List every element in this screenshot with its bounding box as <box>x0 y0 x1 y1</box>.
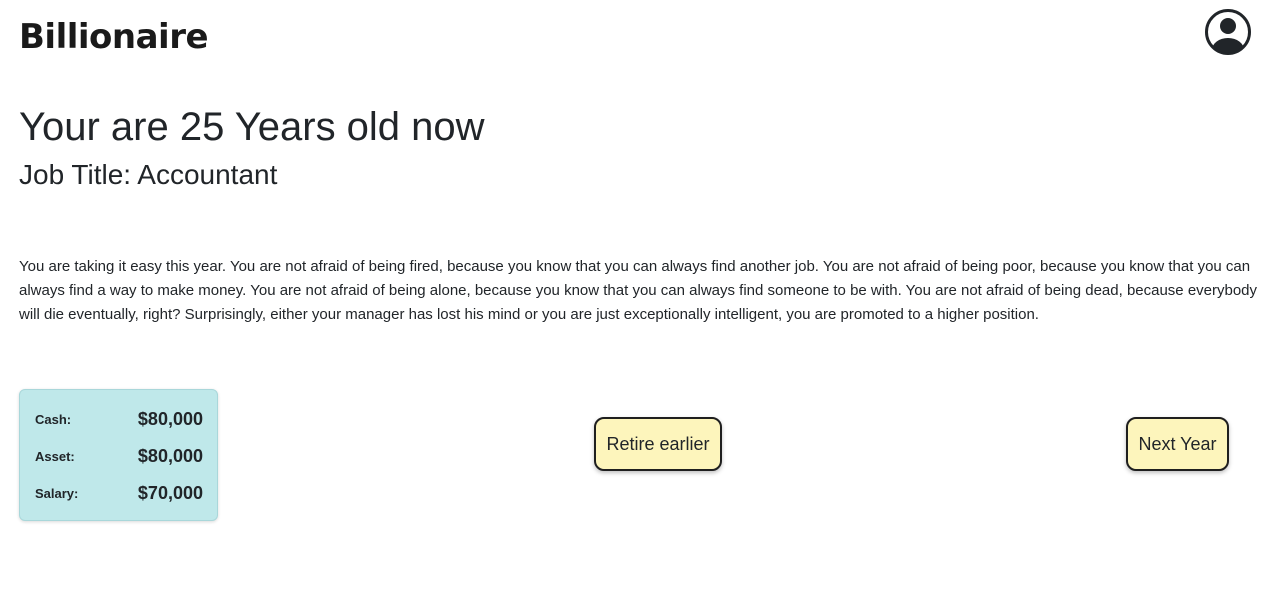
salary-row: Salary: $70,000 <box>35 478 203 508</box>
asset-value: $80,000 <box>137 445 203 466</box>
asset-row: Asset: $80,000 <box>35 441 203 471</box>
age-heading: Your are 25 Years old now <box>19 105 485 149</box>
user-circle-icon <box>1205 9 1251 55</box>
salary-label: Salary: <box>35 485 79 501</box>
game-page: Billionaire Your are 25 Years old now Jo… <box>0 0 1286 589</box>
year-story-text: You are taking it easy this year. You ar… <box>19 258 1258 323</box>
retire-earlier-button[interactable]: Retire earlier <box>594 417 722 471</box>
job-title-heading: Job Title: Accountant <box>19 159 278 190</box>
next-year-button[interactable]: Next Year <box>1126 417 1229 471</box>
brand-logo[interactable]: Billionaire <box>19 14 209 60</box>
cash-value: $80,000 <box>137 408 203 429</box>
stats-card: Cash: $80,000 Asset: $80,000 Salary: $70… <box>19 389 218 521</box>
salary-value: $70,000 <box>137 482 203 503</box>
cash-row: Cash: $80,000 <box>35 404 203 434</box>
profile-button[interactable] <box>1204 8 1252 56</box>
cash-label: Cash: <box>35 411 72 427</box>
asset-label: Asset: <box>35 448 75 464</box>
